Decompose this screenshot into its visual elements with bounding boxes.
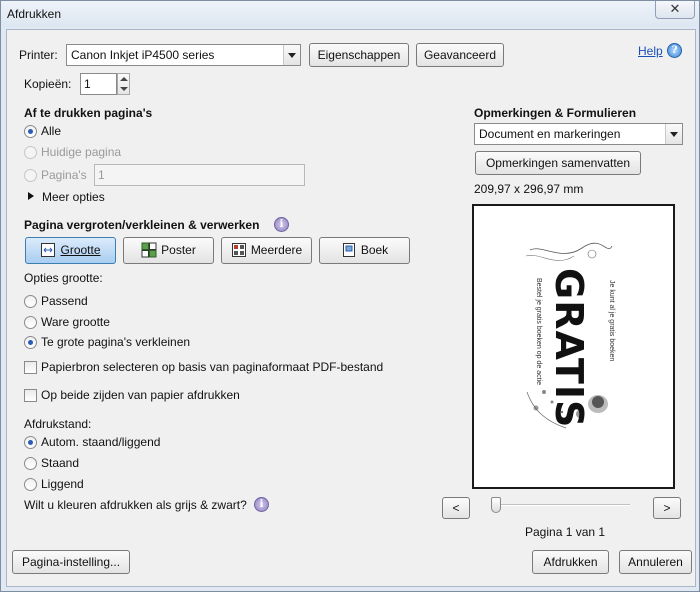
dropdown-arrow-icon [283,45,300,65]
tab-poster[interactable]: Poster [123,237,214,264]
dropdown-arrow-icon [665,124,682,144]
booklet-icon [341,242,357,258]
previous-page-button[interactable]: < [442,497,470,519]
pages-heading: Af te drukken pagina's [24,106,153,120]
tab-booklet[interactable]: Boek [319,237,410,264]
tab-multiple[interactable]: Meerdere [221,237,312,264]
printer-select-value: Canon Inkjet iP4500 series [71,48,215,62]
close-icon: ✕ [669,1,681,16]
orientation-landscape-radio[interactable] [24,478,37,491]
comments-select[interactable]: Document en markeringen [474,123,683,145]
duplex-label: Op beide zijden van papier afdrukken [41,388,240,402]
properties-button[interactable]: Eigenschappen [309,43,409,67]
pages-range-value: 1 [98,168,105,182]
paper-source-label: Papierbron selecteren op basis van pagin… [41,360,384,374]
poster-icon [141,242,157,258]
info-icon[interactable]: i [274,217,289,232]
pages-current-radio[interactable] [24,146,37,159]
pages-range-label: Pagina's [41,168,87,182]
tab-multiple-label: Meerdere [250,243,303,257]
orientation-auto-label: Autom. staand/liggend [41,435,161,449]
grayscale-info-icon[interactable]: i [254,497,269,512]
fit-label: Passend [41,294,88,308]
summarize-comments-button[interactable]: Opmerkingen samenvatten [475,151,641,175]
dialog-body: Printer: Canon Inkjet iP4500 series Eige… [6,29,696,587]
help-link[interactable]: Help [638,44,663,58]
tab-poster-label: Poster [161,243,196,257]
comments-select-value: Document en markeringen [479,127,621,141]
duplex-checkbox[interactable] [24,389,37,402]
size-options-label: Opties grootte: [24,271,103,285]
printer-select[interactable]: Canon Inkjet iP4500 series [66,44,301,66]
shrink-radio[interactable] [24,336,37,349]
pages-range-input[interactable]: 1 [94,164,305,186]
title-bar: Afdrukken ✕ [1,1,699,27]
page-indicator: Pagina 1 van 1 [525,525,606,539]
page-slider-thumb[interactable] [491,497,501,513]
paper-source-checkbox[interactable] [24,361,37,374]
comments-heading: Opmerkingen & Formulieren [474,106,637,120]
chevron-right-icon: > [663,501,671,515]
cancel-button[interactable]: Annuleren [619,550,692,574]
pages-current-label: Huidige pagina [41,145,122,159]
sizing-heading: Pagina vergroten/verkleinen & verwerken [24,218,260,232]
more-options-link[interactable]: Meer opties [42,190,105,204]
tab-size[interactable]: Grootte [25,237,116,264]
chevron-left-icon: < [452,501,460,515]
print-preview: Bestel je gratis boeken op de actie Je k… [472,204,675,489]
size-icon [40,242,56,258]
orientation-portrait-radio[interactable] [24,457,37,470]
help-icon[interactable]: ? [667,43,682,58]
grayscale-question: Wilt u kleuren afdrukken als grijs & zwa… [24,498,247,512]
advanced-button[interactable]: Geavanceerd [416,43,504,67]
fit-radio[interactable] [24,295,37,308]
orientation-portrait-label: Staand [41,456,80,470]
page-size-text: 209,97 x 296,97 mm [474,182,584,196]
shrink-label: Te grote pagina's verkleinen [41,335,191,349]
pages-all-label: Alle [41,124,62,138]
preview-page-content: Bestel je gratis boeken op de actie Je k… [522,242,617,434]
copies-spinner[interactable] [117,73,130,95]
pages-range-radio[interactable] [24,169,37,182]
window-title: Afdrukken [7,7,62,21]
print-dialog: Afdrukken ✕ Printer: Canon Inkjet iP4500… [0,0,700,592]
close-button[interactable]: ✕ [655,1,695,19]
multiple-icon [231,242,247,258]
orientation-landscape-label: Liggend [41,477,84,491]
copies-value: 1 [84,77,91,91]
expand-triangle-icon[interactable] [28,192,34,200]
copies-input[interactable]: 1 [80,73,117,95]
printer-label: Printer: [19,48,58,62]
next-page-button[interactable]: > [653,497,681,519]
actual-size-radio[interactable] [24,316,37,329]
tab-booklet-label: Boek [360,243,389,257]
page-slider-track[interactable] [494,504,630,506]
tab-size-label: Grootte [60,243,101,257]
copies-label: Kopieën: [24,77,72,91]
preview-big-text: GRATIS [547,268,591,429]
orientation-label: Afdrukstand: [24,417,92,431]
orientation-auto-radio[interactable] [24,436,37,449]
actual-size-label: Ware grootte [41,315,110,329]
page-setup-button[interactable]: Pagina-instelling... [12,550,130,574]
print-button[interactable]: Afdrukken [532,550,609,574]
pages-all-radio[interactable] [24,125,37,138]
